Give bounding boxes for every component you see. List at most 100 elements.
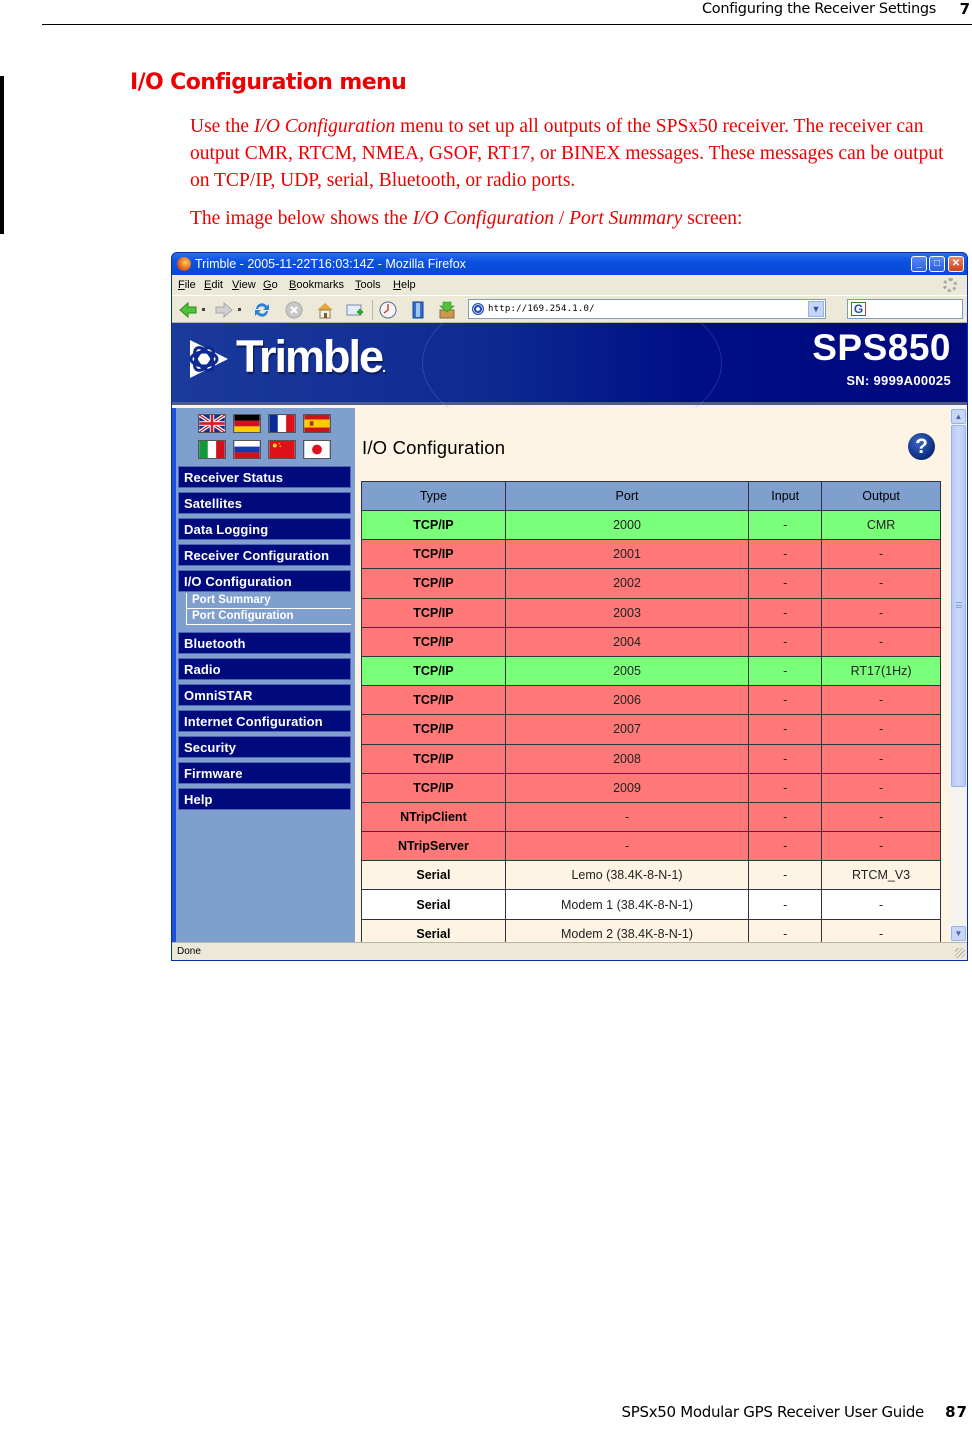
sidebar-item-help[interactable]: Help — [178, 788, 351, 810]
url-bar[interactable]: http://169.254.1.0/ ▼ — [468, 299, 826, 319]
chapter-number: 7 — [959, 0, 970, 18]
flag-france-icon[interactable] — [268, 414, 296, 433]
menu-bookmarks[interactable]: Bookmarks — [289, 279, 344, 291]
sidebar-item-internet-configuration[interactable]: Internet Configuration — [178, 710, 351, 732]
cell-port[interactable]: 2001 — [504, 539, 750, 570]
flag-china-icon[interactable] — [268, 440, 296, 459]
sidebar-item-receiver-status[interactable]: Receiver Status — [178, 466, 351, 488]
minimize-button[interactable]: _ — [911, 256, 927, 272]
menu-file[interactable]: File — [178, 279, 196, 291]
close-button[interactable]: ✕ — [948, 256, 964, 272]
help-button[interactable]: ? — [908, 433, 935, 460]
column-header-type[interactable]: Type — [361, 481, 506, 511]
cell-port[interactable]: - — [504, 831, 750, 862]
sidebar-item-receiver-configuration[interactable]: Receiver Configuration — [178, 544, 351, 566]
flag-italy-icon[interactable] — [198, 440, 226, 459]
cell-type: TCP/IP — [361, 568, 506, 599]
menu-view[interactable]: View — [232, 279, 256, 291]
menu-help[interactable]: Help — [393, 279, 416, 291]
flag-russia-icon[interactable] — [233, 440, 261, 459]
url-dropdown-button[interactable]: ▼ — [808, 301, 824, 317]
table-row[interactable]: NTripClient - - - — [361, 801, 941, 833]
table-row[interactable]: TCP/IP 2005- RT17(1Hz) — [361, 655, 941, 687]
url-input[interactable]: http://169.254.1.0/ — [488, 300, 595, 318]
flag-uk-icon[interactable] — [198, 414, 226, 433]
resize-grip-icon[interactable] — [955, 948, 965, 958]
cell-port[interactable]: 2005 — [504, 655, 750, 687]
cell-input: - — [748, 509, 823, 541]
table-row[interactable]: TCP/IP 2000- CMR — [361, 509, 941, 541]
table-row[interactable]: TCP/IP 2001- - — [361, 539, 941, 570]
bookmarks-icon[interactable] — [408, 300, 428, 320]
table-header-row: Type Port Input Output — [361, 481, 941, 511]
cell-port[interactable]: Lemo (38.4K-8-N-1) — [504, 860, 750, 891]
cell-port[interactable]: 2007 — [504, 714, 750, 745]
forward-icon[interactable] — [214, 300, 234, 320]
cell-type: TCP/IP — [361, 626, 506, 657]
cell-port[interactable]: 2009 — [504, 772, 750, 803]
page-title-text: I/O Configuration — [362, 437, 506, 458]
table-row[interactable]: NTripServer - - - — [361, 831, 941, 862]
cell-port[interactable]: 2008 — [504, 743, 750, 774]
table-row[interactable]: TCP/IP 2002- - — [361, 568, 941, 599]
back-history-dropdown[interactable] — [202, 308, 205, 311]
flag-germany-icon[interactable] — [233, 414, 261, 433]
cell-port[interactable]: Modem 2 (38.4K-8-N-1) — [504, 918, 750, 942]
sidebar-item-omnistar[interactable]: OmniSTAR — [178, 684, 351, 706]
flag-japan-icon[interactable] — [303, 440, 331, 459]
toolbar-separator — [372, 300, 373, 320]
search-bar[interactable]: G — [847, 299, 963, 319]
sidebar-item-i-o-configuration[interactable]: I/O Configuration — [178, 570, 351, 592]
text: / — [553, 208, 570, 229]
forward-history-dropdown[interactable] — [238, 308, 241, 311]
flag-spain-icon[interactable] — [303, 414, 331, 433]
table-row[interactable]: TCP/IP 2004- - — [361, 626, 941, 657]
table-row[interactable]: TCP/IP 2006- - — [361, 685, 941, 716]
cell-port[interactable]: 2002 — [504, 568, 750, 599]
column-header-input[interactable]: Input — [748, 481, 823, 511]
menu-tools[interactable]: Tools — [355, 279, 381, 291]
table-row[interactable]: Serial Modem 1 (38.4K-8-N-1) - - — [361, 889, 941, 920]
sidebar-item-satellites[interactable]: Satellites — [178, 492, 351, 514]
cell-type: Serial — [361, 889, 506, 920]
cell-port[interactable]: 2000 — [504, 509, 750, 541]
scroll-up-button[interactable]: ▲ — [951, 409, 966, 424]
download-icon[interactable] — [437, 300, 457, 320]
sidebar-subitem-port-configuration[interactable]: Port Configuration — [186, 609, 351, 625]
table-row[interactable]: Serial Modem 2 (38.4K-8-N-1) - - — [361, 918, 941, 942]
sidebar-item-firmware[interactable]: Firmware — [178, 762, 351, 784]
cell-port[interactable]: 2004 — [504, 626, 750, 657]
menu-edit[interactable]: Edit — [204, 279, 223, 291]
reload-icon[interactable] — [252, 300, 272, 320]
new-bookmark-icon[interactable] — [345, 300, 365, 320]
home-icon[interactable] — [315, 300, 335, 320]
scroll-thumb[interactable] — [951, 425, 966, 787]
cell-port[interactable]: Modem 1 (38.4K-8-N-1) — [504, 889, 750, 920]
menu-label: ools — [360, 279, 381, 291]
vertical-scrollbar[interactable]: ▲ ▼ — [950, 408, 967, 942]
sidebar-item-radio[interactable]: Radio — [178, 658, 351, 680]
table-row[interactable]: TCP/IP 2009- - — [361, 772, 941, 803]
scroll-down-button[interactable]: ▼ — [951, 926, 966, 941]
history-icon[interactable] — [378, 300, 398, 320]
table-row[interactable]: TCP/IP 2003- - — [361, 597, 941, 628]
sidebar-item-data-logging[interactable]: Data Logging — [178, 518, 351, 540]
sidebar-subitem-port-summary[interactable]: Port Summary — [186, 593, 351, 609]
table-row[interactable]: TCP/IP 2007- - — [361, 714, 941, 745]
search-engine-icon[interactable]: G — [851, 302, 866, 316]
sidebar-item-bluetooth[interactable]: Bluetooth — [178, 632, 351, 654]
table-row[interactable]: Serial Lemo (38.4K-8-N-1) - RTCM_V3 — [361, 860, 941, 891]
column-header-port[interactable]: Port — [504, 481, 750, 511]
emphasis: I/O Configuration — [412, 208, 554, 229]
sidebar-item-security[interactable]: Security — [178, 736, 351, 758]
column-header-output[interactable]: Output — [821, 481, 941, 511]
maximize-button[interactable]: □ — [929, 256, 945, 272]
cell-port[interactable]: 2006 — [504, 685, 750, 716]
table-row[interactable]: TCP/IP 2008- - — [361, 743, 941, 774]
menu-go[interactable]: Go — [263, 279, 278, 291]
cell-port[interactable]: - — [504, 801, 750, 833]
stop-icon[interactable] — [284, 300, 304, 320]
back-icon[interactable] — [178, 300, 198, 320]
cell-port[interactable]: 2003 — [504, 597, 750, 628]
running-head: Configuring the Receiver Settings 7 — [42, 0, 972, 25]
